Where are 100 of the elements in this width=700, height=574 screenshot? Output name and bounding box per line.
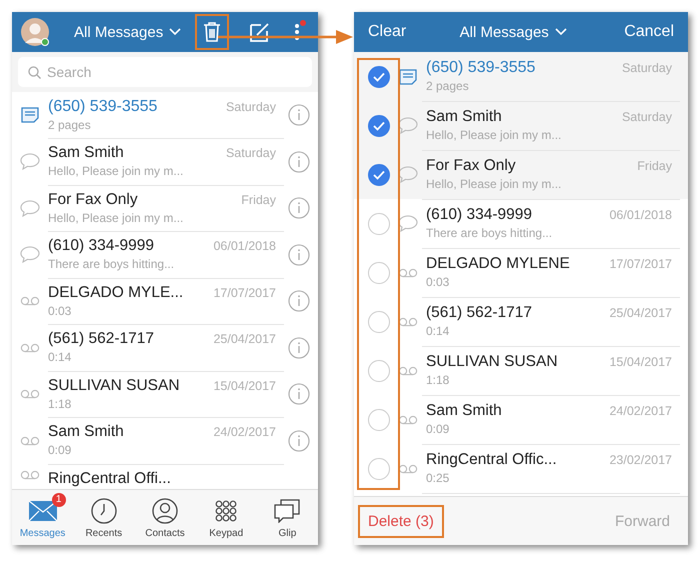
chat-bubble-icon: [20, 153, 40, 170]
chat-bubbles-icon: [274, 498, 300, 522]
message-date: 06/01/2018: [609, 208, 672, 222]
info-icon[interactable]: [288, 150, 310, 173]
person-icon: [152, 498, 178, 524]
contact-name: (610) 334-9999: [48, 237, 154, 256]
contact-name: DELGADO MYLE...: [48, 284, 184, 302]
message-preview: Hello, Please join my m...: [426, 128, 562, 142]
clock-icon: [90, 498, 117, 524]
message-row[interactable]: (610) 334-9999 06/01/2018 There are boys hitting...: [12, 232, 318, 278]
info-icon[interactable]: [288, 383, 310, 406]
trash-icon: [202, 21, 222, 43]
message-date: Friday: [241, 192, 276, 207]
contact-name: (561) 562-1717: [426, 304, 532, 322]
message-row[interactable]: DELGADO MYLENE 17/07/2017 0:03: [354, 248, 688, 297]
message-row[interactable]: SULLIVAN SUSAN 15/04/2017 1:18: [12, 371, 318, 418]
message-row[interactable]: For Fax Only Friday Hello, Please join my m...: [354, 150, 688, 199]
unread-badge: 1: [52, 492, 66, 506]
message-preview: 1:18: [48, 396, 72, 411]
voicemail-icon: [20, 436, 40, 446]
message-row[interactable]: (650) 539-3555 Saturday 2 pages: [354, 52, 688, 101]
chat-bubble-icon: [398, 117, 418, 134]
message-date: Saturday: [622, 61, 672, 75]
contact-name: Sam Smith: [48, 423, 124, 442]
voicemail-icon: [20, 342, 40, 353]
selection-checkbox[interactable]: [368, 458, 390, 480]
message-date: Friday: [637, 159, 672, 173]
contact-name: SULLIVAN SUSAN: [426, 353, 558, 371]
message-date: Saturday: [226, 100, 276, 114]
contact-name: (650) 539-3555: [426, 59, 536, 77]
message-date: 06/01/2018: [213, 239, 276, 254]
message-date: Saturday: [622, 110, 672, 124]
selection-checkbox[interactable]: [368, 164, 390, 186]
message-row[interactable]: SULLIVAN SUSAN 15/04/2017 1:18: [354, 346, 688, 395]
chat-bubble-icon: [20, 246, 40, 264]
avatar-icon[interactable]: [20, 17, 50, 47]
cancel-button[interactable]: Cancel: [624, 23, 674, 41]
checkmark-icon: [373, 72, 385, 82]
message-row[interactable]: (561) 562-1717 25/04/2017 0:14: [354, 297, 688, 346]
selection-checkbox[interactable]: [368, 310, 390, 332]
contact-name: For Fax Only: [426, 157, 516, 175]
trash-button[interactable]: [195, 14, 230, 50]
selection-checkbox[interactable]: [368, 262, 390, 284]
info-icon[interactable]: [288, 104, 310, 126]
message-date: 25/04/2017: [213, 332, 276, 346]
selection-checkbox[interactable]: [368, 66, 390, 88]
voicemail-icon: [398, 366, 418, 376]
info-icon[interactable]: [288, 197, 310, 220]
tab-button[interactable]: 1 Messages: [12, 490, 74, 545]
contact-name: For Fax Only: [48, 190, 138, 209]
message-row[interactable]: Sam Smith Saturday Hello, Please join my m...: [12, 138, 318, 185]
info-icon[interactable]: [288, 290, 310, 312]
message-row[interactable]: Sam Smith 24/02/2017 0:09: [354, 395, 688, 444]
message-row[interactable]: DELGADO MYLE... 17/07/2017 0:03: [12, 278, 318, 324]
filter-dropdown[interactable]: All Messages: [460, 24, 567, 40]
fax-icon: [21, 107, 39, 124]
selection-checkbox[interactable]: [368, 114, 390, 136]
message-preview: 0:03: [48, 304, 72, 318]
selection-checkbox[interactable]: [368, 212, 390, 234]
message-preview: 1:18: [426, 373, 450, 387]
contact-name: (650) 539-3555: [48, 98, 158, 116]
message-date: 17/07/2017: [213, 286, 276, 300]
voicemail-icon: [398, 464, 418, 474]
selection-checkbox[interactable]: [368, 360, 390, 382]
compose-icon[interactable]: [249, 21, 272, 43]
message-row[interactable]: (561) 562-1717 25/04/2017 0:14: [12, 324, 318, 371]
tab-button[interactable]: Glip: [256, 490, 318, 545]
message-preview: 0:14: [426, 324, 450, 338]
chat-bubble-icon: [398, 215, 418, 232]
message-row[interactable]: (610) 334-9999 06/01/2018 There are boys hitting...: [354, 199, 688, 248]
checkmark-icon: [373, 120, 385, 130]
message-row[interactable]: RingCentral Offic... 23/02/2017 0:25: [354, 444, 688, 493]
envelope-icon: [28, 500, 57, 520]
message-preview: 0:03: [426, 275, 450, 289]
tab-button[interactable]: Keypad: [196, 490, 257, 545]
message-row[interactable]: Sam Smith Saturday Hello, Please join my m...: [354, 101, 688, 150]
info-icon[interactable]: [288, 430, 310, 452]
message-row[interactable]: For Fax Only Friday Hello, Please join my m...: [12, 185, 318, 232]
voicemail-icon: [20, 389, 40, 400]
message-preview: Hello, Please join my m...: [426, 177, 562, 191]
message-row[interactable]: Sam Smith 24/02/2017 0:09: [12, 418, 318, 464]
chevron-icon: [169, 28, 182, 36]
contact-name: (610) 334-9999: [426, 206, 532, 224]
search-field[interactable]: Search: [18, 57, 312, 87]
info-icon[interactable]: [288, 336, 310, 359]
contact-name: (561) 562-1717: [48, 330, 154, 348]
selection-checkbox[interactable]: [368, 408, 390, 430]
voicemail-icon: [398, 414, 418, 424]
filter-dropdown[interactable]: All Messages: [74, 24, 182, 40]
info-icon[interactable]: [288, 244, 310, 266]
message-row[interactable]: RingCentral Offi...: [12, 464, 318, 489]
message-row[interactable]: (650) 539-3555 Saturday 2 pages: [12, 92, 318, 138]
message-date: 25/04/2017: [609, 306, 672, 320]
contact-name: SULLIVAN SUSAN: [48, 376, 180, 395]
message-preview: Hello, Please join my m...: [48, 164, 184, 178]
clear-button[interactable]: Clear: [368, 23, 406, 41]
delete-button[interactable]: Delete (3): [358, 504, 444, 538]
tab-button[interactable]: Recents: [73, 490, 134, 545]
contact-name: Sam Smith: [426, 402, 502, 420]
tab-button[interactable]: Contacts: [134, 490, 196, 545]
